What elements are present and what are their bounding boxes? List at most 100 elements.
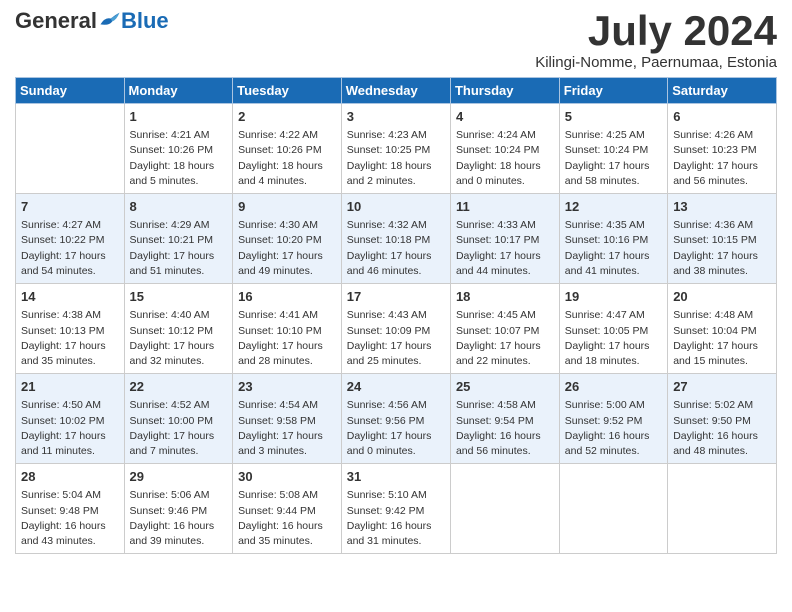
calendar-week-row: 1Sunrise: 4:21 AMSunset: 10:26 PMDayligh… [16, 104, 777, 194]
day-info: Sunrise: 4:41 AMSunset: 10:10 PMDaylight… [238, 308, 336, 369]
calendar-cell: 4 Sunrise: 4:24 AMSunset: 10:24 PMDayligh… [450, 104, 559, 194]
day-info: Sunrise: 5:00 AMSunset: 9:52 PMDaylight:… [565, 398, 662, 459]
weekday-header-saturday: Saturday [668, 78, 777, 104]
day-number: 3 [347, 108, 445, 126]
day-number: 17 [347, 288, 445, 306]
day-number: 4 [456, 108, 554, 126]
day-number: 22 [130, 378, 228, 396]
day-info: Sunrise: 4:43 AMSunset: 10:09 PMDaylight… [347, 308, 445, 369]
day-info: Sunrise: 5:02 AMSunset: 9:50 PMDaylight:… [673, 398, 771, 459]
calendar-week-row: 14 Sunrise: 4:38 AMSunset: 10:13 PMDaylig… [16, 284, 777, 374]
weekday-header-thursday: Thursday [450, 78, 559, 104]
calendar-cell: 7 Sunrise: 4:27 AMSunset: 10:22 PMDayligh… [16, 194, 125, 284]
calendar-cell: 25Sunrise: 4:58 AMSunset: 9:54 PMDayligh… [450, 374, 559, 464]
logo-general: General [15, 10, 97, 32]
calendar-cell: 16Sunrise: 4:41 AMSunset: 10:10 PMDaylig… [233, 284, 342, 374]
calendar-cell: 28 Sunrise: 5:04 AMSunset: 9:48 PMDayligh… [16, 464, 125, 554]
day-info: Sunrise: 4:45 AMSunset: 10:07 PMDaylight… [456, 308, 554, 369]
day-number: 1 [130, 108, 228, 126]
title-block: July 2024 Kilingi-Nomme, Paernumaa, Esto… [535, 10, 777, 71]
day-number: 6 [673, 108, 771, 126]
calendar-cell: 8 Sunrise: 4:29 AMSunset: 10:21 PMDayligh… [124, 194, 233, 284]
day-number: 29 [130, 468, 228, 486]
day-info: Sunrise: 5:06 AMSunset: 9:46 PMDaylight:… [130, 488, 228, 549]
day-number: 14 [21, 288, 119, 306]
day-info: Sunrise: 5:08 AMSunset: 9:44 PMDaylight:… [238, 488, 336, 549]
day-info: Sunrise: 4:26 AMSunset: 10:23 PMDaylight… [673, 128, 771, 189]
location-title: Kilingi-Nomme, Paernumaa, Estonia [535, 54, 777, 71]
calendar-cell: 14 Sunrise: 4:38 AMSunset: 10:13 PMDaylig… [16, 284, 125, 374]
calendar-cell: 30Sunrise: 5:08 AMSunset: 9:44 PMDayligh… [233, 464, 342, 554]
day-info: Sunrise: 4:48 AMSunset: 10:04 PMDaylight… [673, 308, 771, 369]
calendar-cell: 13 Sunrise: 4:36 AMSunset: 10:15 PMDaylig… [668, 194, 777, 284]
day-number: 12 [565, 198, 662, 216]
calendar-cell: 20 Sunrise: 4:48 AMSunset: 10:04 PMDaylig… [668, 284, 777, 374]
calendar-cell: 3 Sunrise: 4:23 AMSunset: 10:25 PMDayligh… [341, 104, 450, 194]
day-number: 13 [673, 198, 771, 216]
day-info: Sunrise: 4:40 AMSunset: 10:12 PMDaylight… [130, 308, 228, 369]
calendar-header-row: SundayMondayTuesdayWednesdayThursdayFrid… [16, 78, 777, 104]
day-info: Sunrise: 4:52 AMSunset: 10:00 PMDaylight… [130, 398, 228, 459]
day-number: 15 [130, 288, 228, 306]
day-info: Sunrise: 4:24 AMSunset: 10:24 PMDaylight… [456, 128, 554, 189]
day-info: Sunrise: 4:36 AMSunset: 10:15 PMDaylight… [673, 218, 771, 279]
calendar-cell: 27 Sunrise: 5:02 AMSunset: 9:50 PMDayligh… [668, 374, 777, 464]
weekday-header-friday: Friday [559, 78, 667, 104]
calendar-cell: 24Sunrise: 4:56 AMSunset: 9:56 PMDayligh… [341, 374, 450, 464]
day-number: 2 [238, 108, 336, 126]
day-number: 21 [21, 378, 119, 396]
day-info: Sunrise: 4:23 AMSunset: 10:25 PMDaylight… [347, 128, 445, 189]
calendar-cell: 11 Sunrise: 4:33 AMSunset: 10:17 PMDaylig… [450, 194, 559, 284]
day-number: 5 [565, 108, 662, 126]
calendar-week-row: 21Sunrise: 4:50 AMSunset: 10:02 PMDaylig… [16, 374, 777, 464]
day-info: Sunrise: 4:30 AMSunset: 10:20 PMDaylight… [238, 218, 336, 279]
calendar-cell: 21Sunrise: 4:50 AMSunset: 10:02 PMDaylig… [16, 374, 125, 464]
calendar-cell: 15 Sunrise: 4:40 AMSunset: 10:12 PMDaylig… [124, 284, 233, 374]
month-title: July 2024 [535, 10, 777, 52]
day-info: Sunrise: 5:04 AMSunset: 9:48 PMDaylight:… [21, 488, 119, 549]
day-info: Sunrise: 4:35 AMSunset: 10:16 PMDaylight… [565, 218, 662, 279]
day-info: Sunrise: 4:56 AMSunset: 9:56 PMDaylight:… [347, 398, 445, 459]
day-info: Sunrise: 4:27 AMSunset: 10:22 PMDaylight… [21, 218, 119, 279]
day-info: Sunrise: 5:10 AMSunset: 9:42 PMDaylight:… [347, 488, 445, 549]
calendar-cell: 17 Sunrise: 4:43 AMSunset: 10:09 PMDaylig… [341, 284, 450, 374]
weekday-header-sunday: Sunday [16, 78, 125, 104]
calendar-cell: 12 Sunrise: 4:35 AMSunset: 10:16 PMDaylig… [559, 194, 667, 284]
calendar-cell: 1Sunrise: 4:21 AMSunset: 10:26 PMDayligh… [124, 104, 233, 194]
day-number: 23 [238, 378, 336, 396]
day-info: Sunrise: 4:33 AMSunset: 10:17 PMDaylight… [456, 218, 554, 279]
logo-blue: Blue [121, 10, 169, 32]
calendar-cell [668, 464, 777, 554]
calendar-cell [559, 464, 667, 554]
day-number: 7 [21, 198, 119, 216]
calendar-cell: 10Sunrise: 4:32 AMSunset: 10:18 PMDaylig… [341, 194, 450, 284]
weekday-header-monday: Monday [124, 78, 233, 104]
day-info: Sunrise: 4:29 AMSunset: 10:21 PMDaylight… [130, 218, 228, 279]
day-number: 20 [673, 288, 771, 306]
day-number: 27 [673, 378, 771, 396]
calendar-table: SundayMondayTuesdayWednesdayThursdayFrid… [15, 77, 777, 554]
page-header: General Blue July 2024 Kilingi-Nomme, Pa… [15, 10, 777, 71]
day-info: Sunrise: 4:47 AMSunset: 10:05 PMDaylight… [565, 308, 662, 369]
day-number: 28 [21, 468, 119, 486]
calendar-cell: 29 Sunrise: 5:06 AMSunset: 9:46 PMDayligh… [124, 464, 233, 554]
logo: General Blue [15, 10, 169, 32]
day-number: 11 [456, 198, 554, 216]
day-info: Sunrise: 4:22 AMSunset: 10:26 PMDaylight… [238, 128, 336, 189]
day-number: 8 [130, 198, 228, 216]
calendar-cell: 26 Sunrise: 5:00 AMSunset: 9:52 PMDayligh… [559, 374, 667, 464]
calendar-cell: 18 Sunrise: 4:45 AMSunset: 10:07 PMDaylig… [450, 284, 559, 374]
day-info: Sunrise: 4:38 AMSunset: 10:13 PMDaylight… [21, 308, 119, 369]
calendar-cell: 5 Sunrise: 4:25 AMSunset: 10:24 PMDayligh… [559, 104, 667, 194]
calendar-cell: 23Sunrise: 4:54 AMSunset: 9:58 PMDayligh… [233, 374, 342, 464]
day-info: Sunrise: 4:25 AMSunset: 10:24 PMDaylight… [565, 128, 662, 189]
calendar-cell [450, 464, 559, 554]
day-number: 26 [565, 378, 662, 396]
weekday-header-tuesday: Tuesday [233, 78, 342, 104]
day-number: 25 [456, 378, 554, 396]
day-number: 31 [347, 468, 445, 486]
calendar-cell: 9Sunrise: 4:30 AMSunset: 10:20 PMDayligh… [233, 194, 342, 284]
calendar-cell: 31 Sunrise: 5:10 AMSunset: 9:42 PMDayligh… [341, 464, 450, 554]
calendar-week-row: 28 Sunrise: 5:04 AMSunset: 9:48 PMDayligh… [16, 464, 777, 554]
day-number: 18 [456, 288, 554, 306]
